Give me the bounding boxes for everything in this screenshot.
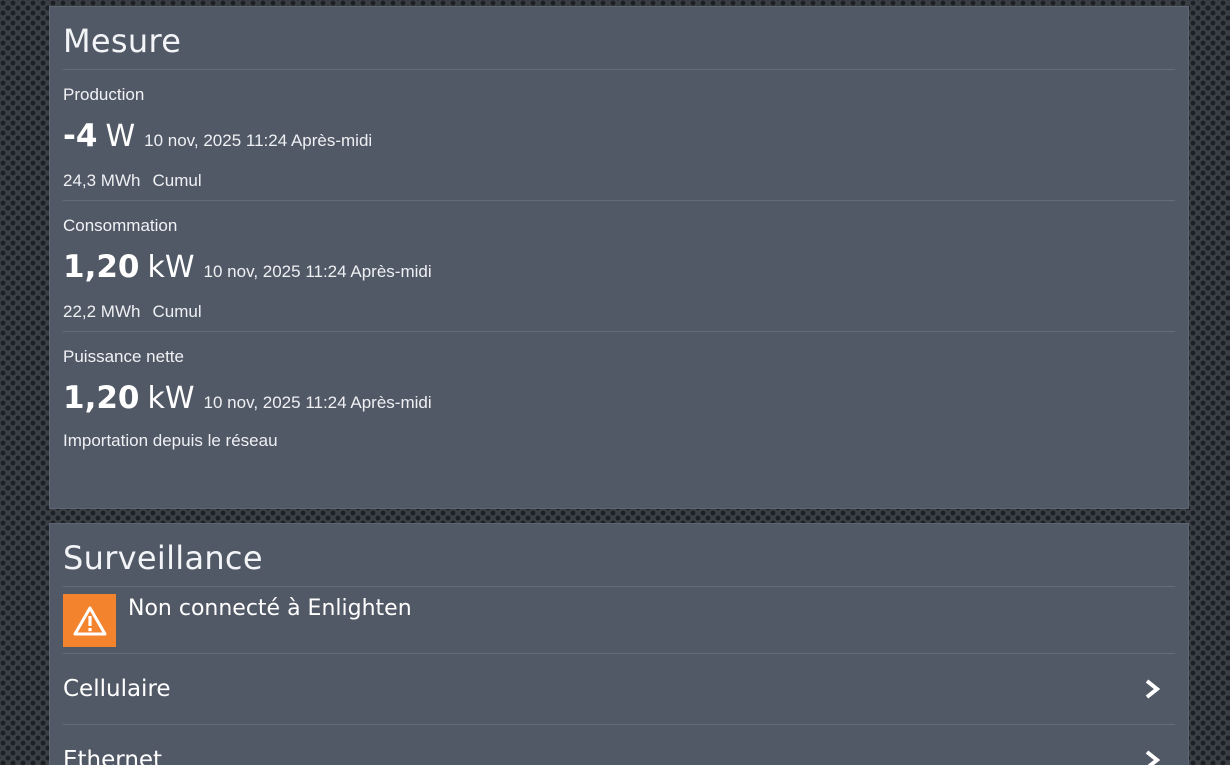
consumption-label: Consommation	[63, 216, 178, 235]
consumption-cumul-value: 22,2 MWh	[63, 302, 141, 321]
cellular-item[interactable]: Cellulaire	[63, 654, 1175, 725]
consumption-unit: kW	[147, 250, 195, 285]
enlighten-alert-text: Non connecté à Enlighten	[128, 596, 412, 621]
production-section: Production -4 W 10 nov, 2025 11:24 Après…	[63, 70, 1175, 201]
production-cumul-label: Cumul	[152, 171, 202, 190]
consumption-cumul: 22,2 MWh Cumul	[63, 301, 1175, 331]
production-value: -4	[63, 118, 98, 154]
consumption-cumul-label: Cumul	[152, 302, 202, 321]
ethernet-label: Ethernet	[63, 747, 163, 765]
panel-title-surveillance: Surveillance	[63, 524, 1175, 587]
production-cumul-value: 24,3 MWh	[63, 171, 141, 190]
net-power-value: 1,20	[63, 380, 140, 416]
production-unit: W	[105, 119, 136, 154]
consumption-timestamp: 10 nov, 2025 11:24 Après-midi	[203, 262, 432, 281]
ethernet-item[interactable]: Ethernet	[63, 725, 1175, 765]
net-power-timestamp: 10 nov, 2025 11:24 Après-midi	[203, 393, 432, 412]
production-label: Production	[63, 85, 145, 104]
consumption-section: Consommation 1,20 kW 10 nov, 2025 11:24 …	[63, 201, 1175, 332]
net-power-note: Importation depuis le réseau	[63, 431, 278, 450]
enlighten-alert: Non connecté à Enlighten	[63, 587, 1175, 654]
net-power-section: Puissance nette 1,20 kW 10 nov, 2025 11:…	[63, 332, 1175, 452]
net-power-value-row: 1,20 kW 10 nov, 2025 11:24 Après-midi	[63, 380, 1175, 420]
cellular-label: Cellulaire	[63, 676, 171, 702]
panel-title-mesure: Mesure	[63, 7, 1175, 70]
monitoring-panel: Surveillance Non connecté à Enlighten Ce…	[49, 523, 1189, 765]
production-value-row: -4 W 10 nov, 2025 11:24 Après-midi	[63, 118, 1175, 158]
production-cumul: 24,3 MWh Cumul	[63, 170, 1175, 200]
consumption-value: 1,20	[63, 249, 140, 285]
chevron-right-icon	[1145, 679, 1161, 699]
chevron-right-icon	[1145, 750, 1161, 765]
consumption-value-row: 1,20 kW 10 nov, 2025 11:24 Après-midi	[63, 249, 1175, 289]
net-power-label: Puissance nette	[63, 347, 184, 366]
measurement-panel: Mesure Production -4 W 10 nov, 2025 11:2…	[49, 6, 1189, 509]
production-timestamp: 10 nov, 2025 11:24 Après-midi	[144, 131, 373, 150]
net-power-unit: kW	[147, 381, 195, 416]
warning-icon	[63, 594, 116, 647]
